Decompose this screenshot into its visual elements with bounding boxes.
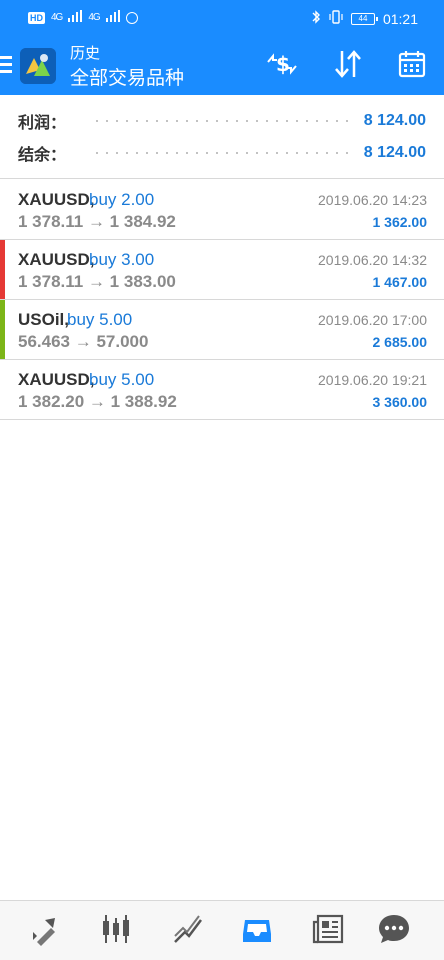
- currency-exchange-icon: $: [265, 50, 299, 83]
- trade-date: 2019.06.20 14:23: [318, 192, 427, 208]
- trade-date: 2019.06.20 14:32: [318, 252, 427, 268]
- sort-arrows-icon: [332, 49, 364, 84]
- trade-action: buy 2.00: [89, 190, 155, 209]
- status-right: 44 01:21: [311, 10, 418, 27]
- trade-date: 2019.06.20 19:21: [318, 372, 427, 388]
- trade-profit: 3 360.00: [372, 394, 428, 410]
- news-icon: [311, 912, 345, 951]
- toolbar: 历史 全部交易品种 $: [0, 36, 444, 95]
- nav-chat-button[interactable]: [374, 911, 414, 951]
- nav-quotes-button[interactable]: [96, 911, 136, 951]
- vibrate-icon: [329, 10, 343, 27]
- sort-button[interactable]: [330, 48, 366, 84]
- nav-chart-button[interactable]: [168, 911, 208, 951]
- trade-symbol: XAUUSD,: [18, 250, 95, 269]
- trade-action: buy 5.00: [89, 370, 155, 389]
- trade-symbol: XAUUSD,: [18, 370, 95, 389]
- trade-profit: 1 467.00: [372, 274, 428, 290]
- balance-leader-dots: [92, 152, 350, 154]
- trade-accent: [0, 360, 5, 419]
- balance-value: 8 124.00: [363, 144, 426, 161]
- chat-icon: [377, 912, 411, 951]
- profit-row: 利润： 8 124.00: [18, 109, 426, 133]
- nav-trade-button[interactable]: [24, 911, 64, 951]
- trade-arrows-icon: [27, 912, 61, 951]
- profit-value: 8 124.00: [363, 112, 426, 129]
- trade-row[interactable]: XAUUSD, buy 5.00 1 382.20 → 1 388.92 201…: [0, 360, 444, 420]
- status-left: HD 4G 4G: [28, 10, 138, 25]
- trade-accent: [0, 240, 5, 299]
- calendar-button[interactable]: [394, 48, 430, 84]
- trade-prices: 1 382.20 → 1 388.92: [18, 392, 177, 411]
- profit-leader-dots: [92, 120, 350, 122]
- balance-label: 结余：: [18, 147, 67, 164]
- status-time: 01:21: [382, 10, 418, 27]
- toolbar-title[interactable]: 全部交易品种: [70, 63, 184, 90]
- trade-prices: 56.463 → 57.000: [18, 332, 149, 351]
- bluetooth-icon: [311, 10, 321, 27]
- trade-date: 2019.06.20 17:00: [318, 312, 427, 328]
- trade-row[interactable]: USOil, buy 5.00 56.463 → 57.000 2019.06.…: [0, 300, 444, 360]
- trade-profit: 1 362.00: [372, 214, 428, 230]
- trade-prices: 1 378.11 → 1 384.92: [18, 212, 176, 231]
- status-bar: HD 4G 4G 44 01:21: [0, 0, 444, 36]
- hd-badge: HD: [28, 11, 45, 24]
- trade-action: buy 5.00: [67, 310, 133, 329]
- signal-2: 4G: [88, 12, 100, 23]
- trade-row[interactable]: XAUUSD, buy 3.00 1 378.11 → 1 383.00 201…: [0, 240, 444, 300]
- balance-row: 结余： 8 124.00: [18, 141, 426, 165]
- battery-icon: 44: [350, 12, 378, 25]
- app-logo: [20, 48, 56, 84]
- trade-accent: [0, 300, 5, 359]
- alarm-icon: [125, 11, 138, 24]
- signal-bars-icon: [68, 10, 83, 25]
- menu-icon[interactable]: [0, 56, 12, 74]
- profit-label: 利润：: [18, 115, 67, 132]
- currency-exchange-button[interactable]: $: [264, 48, 300, 84]
- nav-news-button[interactable]: [308, 911, 348, 951]
- trade-prices: 1 378.11 → 1 383.00: [18, 272, 176, 291]
- candles-icon: [99, 912, 133, 951]
- bottom-navigation: [0, 900, 444, 960]
- trade-symbol: XAUUSD,: [18, 190, 95, 209]
- trade-row[interactable]: XAUUSD, buy 2.00 1 378.11 → 1 384.92 201…: [0, 180, 444, 240]
- signal-1: 4G: [51, 12, 63, 23]
- trade-action: buy 3.00: [89, 250, 155, 269]
- nav-history-button[interactable]: [237, 911, 277, 951]
- inbox-icon: [240, 912, 274, 951]
- trade-symbol: USOil,: [18, 310, 70, 329]
- calendar-icon: [397, 49, 427, 84]
- trade-profit: 2 685.00: [372, 334, 428, 350]
- signal-bars-icon: [105, 10, 120, 25]
- svg-text:$: $: [276, 52, 290, 76]
- trade-accent: [0, 180, 5, 239]
- chart-line-icon: [171, 912, 205, 951]
- summary-panel: 利润： 8 124.00 结余： 8 124.00: [0, 95, 444, 179]
- toolbar-subtitle: 历史: [70, 45, 101, 62]
